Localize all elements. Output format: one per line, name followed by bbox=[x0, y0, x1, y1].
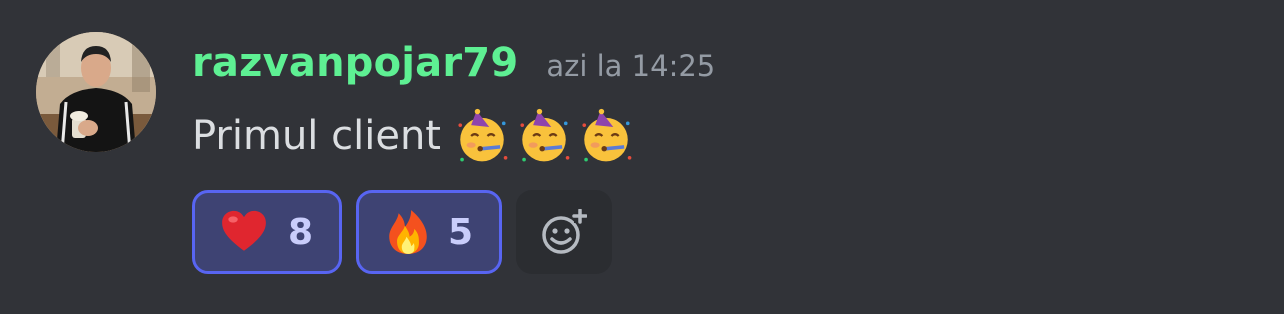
partying-face-emoji bbox=[458, 108, 508, 162]
reaction-count: 5 bbox=[447, 211, 473, 253]
reactions-bar: 8 5 bbox=[192, 190, 612, 274]
red-heart-icon bbox=[222, 210, 266, 251]
add-reaction-button[interactable] bbox=[516, 190, 612, 274]
partying-face-emoji bbox=[582, 108, 632, 162]
message-emojis bbox=[453, 107, 635, 165]
chat-message: razvanpojar79 azi la 14:25 Primul client bbox=[0, 0, 1284, 314]
fire-icon bbox=[389, 210, 427, 254]
add-reaction-icon bbox=[542, 209, 587, 254]
avatar-photo bbox=[36, 32, 156, 152]
message-header: razvanpojar79 azi la 14:25 bbox=[192, 40, 715, 96]
reaction-fire[interactable]: 5 bbox=[356, 190, 502, 274]
partying-face-emoji bbox=[520, 108, 570, 162]
reaction-count: 8 bbox=[287, 211, 313, 253]
avatar[interactable] bbox=[36, 32, 156, 152]
message-content: Primul client bbox=[192, 108, 635, 164]
message-text: Primul client bbox=[192, 113, 441, 159]
username[interactable]: razvanpojar79 bbox=[192, 40, 518, 86]
timestamp: azi la 14:25 bbox=[546, 49, 716, 83]
reaction-heart[interactable]: 8 bbox=[192, 190, 342, 274]
